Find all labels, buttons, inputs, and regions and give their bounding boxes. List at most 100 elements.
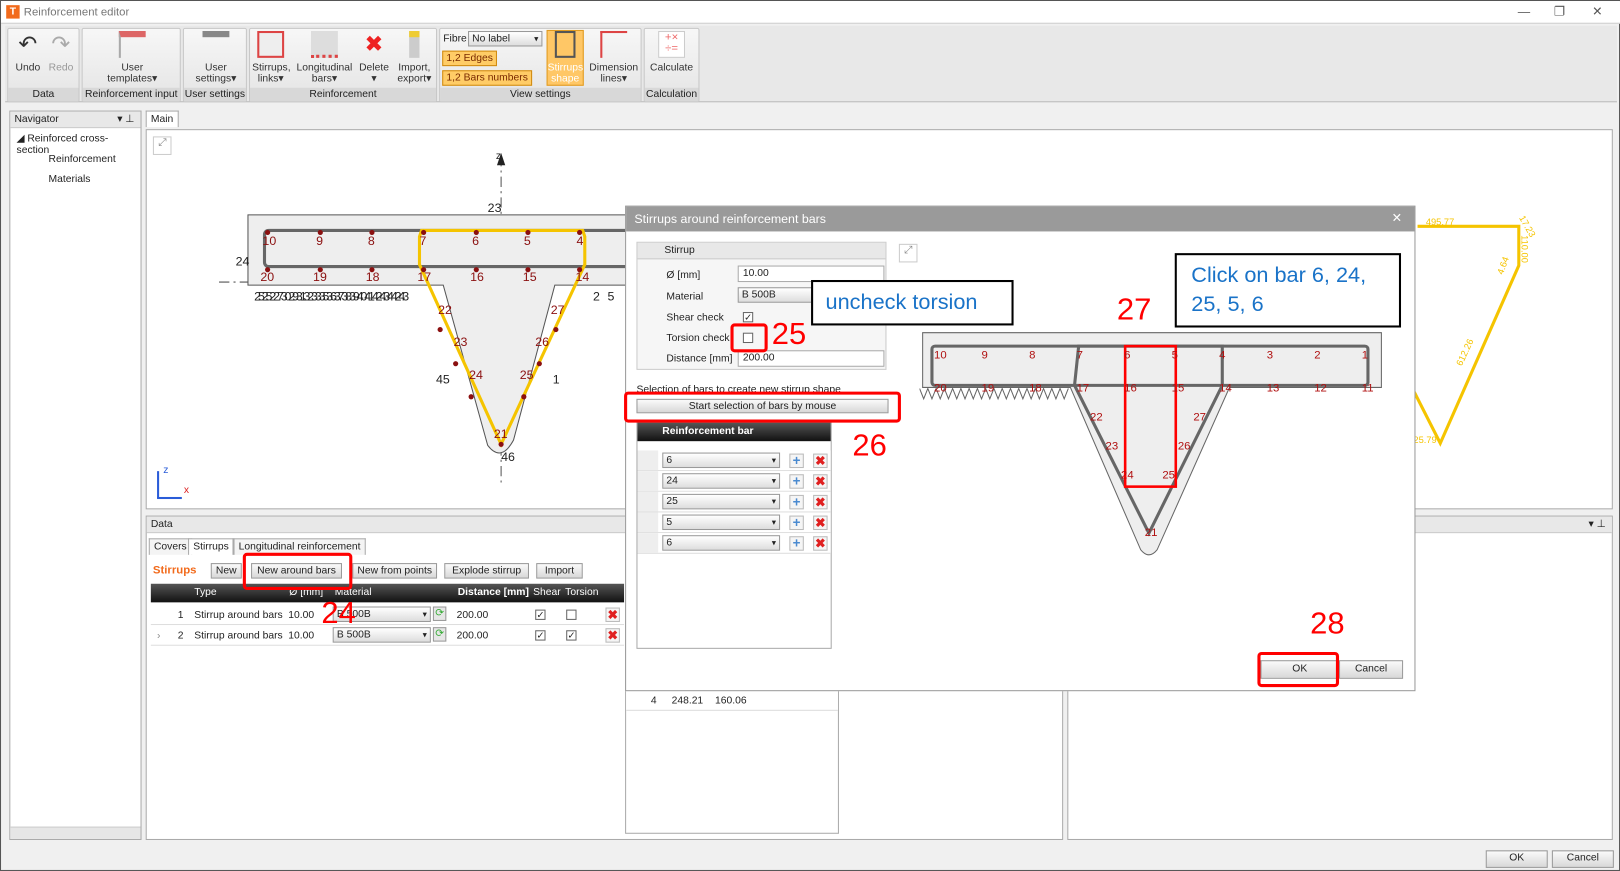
add-bar-icon[interactable]: + — [789, 474, 804, 489]
row-shear-checkbox[interactable]: ✓ — [535, 609, 546, 620]
edge-label: 2 — [593, 289, 600, 304]
tab-covers[interactable]: Covers — [148, 538, 192, 555]
refresh-icon[interactable]: ⟳ — [432, 627, 447, 642]
undo-label: Undo — [15, 61, 41, 74]
user-settings-button[interactable]: User settings▾ — [190, 30, 242, 85]
group-label: Reinforcement — [250, 87, 437, 102]
table-row[interactable]: › 2 Stirrup around bars 10.00 B 500B ⟳ 2… — [150, 625, 625, 646]
bar-label: 9 — [316, 233, 324, 248]
bar-select[interactable]: 6 — [662, 452, 781, 469]
dialog-title: Stirrups around reinforcement bars — [634, 211, 826, 227]
delete-bar-icon[interactable]: ✖ — [813, 453, 828, 469]
import-button[interactable]: Import — [536, 563, 583, 579]
row-diameter: 10.00 — [288, 609, 315, 621]
user-settings-label: User settings▾ — [195, 61, 237, 85]
close-icon[interactable]: ✕ — [1592, 4, 1602, 18]
delete-row-icon[interactable]: ✖ — [605, 607, 620, 622]
explode-stirrup-button[interactable]: Explode stirrup — [444, 563, 529, 579]
bar-label: 17 — [417, 269, 432, 285]
group-view-settings: Fibre No label 1,2 Edges 1,2 Bars number… — [439, 27, 642, 103]
stirrups-links-button[interactable]: Stirrups, links▾ — [252, 30, 291, 85]
tab-main[interactable]: Main — [145, 110, 179, 128]
nav-item-cross-section[interactable]: ◢ Reinforced cross-section — [17, 133, 141, 156]
stirrups-shape-button[interactable]: Stirrups shape — [546, 29, 584, 86]
bar-select[interactable]: 6 — [662, 535, 781, 551]
window-title: Reinforcement editor — [23, 6, 130, 19]
delete-row-icon[interactable]: ✖ — [605, 628, 620, 643]
edge-label: 1 — [552, 371, 560, 387]
restore-icon[interactable]: ❐ — [1554, 4, 1565, 18]
pin-icon[interactable]: ▾ ⊥ — [1589, 519, 1606, 530]
row-header — [637, 491, 659, 512]
material-label: Material — [666, 291, 704, 303]
add-bar-icon[interactable]: + — [789, 453, 804, 469]
bar-label: 10 — [934, 349, 947, 362]
gizmo-x-axis — [157, 496, 182, 500]
bar-label: 16 — [1124, 382, 1137, 395]
add-bar-icon[interactable]: + — [789, 516, 804, 531]
refresh-icon[interactable]: ⟳ — [432, 606, 447, 621]
bar-row[interactable]: 6 + ✖ — [637, 533, 831, 554]
bar-select[interactable]: 5 — [662, 514, 781, 531]
undo-button[interactable]: ↶ Undo — [12, 31, 43, 73]
cancel-button[interactable]: Cancel — [1551, 850, 1614, 868]
bar-select[interactable]: 24 — [662, 473, 781, 489]
horizontal-scrollbar[interactable] — [10, 826, 141, 839]
fibre-select[interactable]: No label — [468, 30, 543, 47]
bar-label: 21 — [1144, 526, 1158, 540]
add-bar-icon[interactable]: + — [789, 536, 804, 551]
shear-checkbox[interactable]: ✓ — [742, 312, 754, 323]
bar-row[interactable]: 5 + ✖ — [637, 512, 831, 534]
row-torsion-checkbox[interactable]: ✓ — [566, 630, 577, 641]
distance-input[interactable]: 200.00 — [737, 350, 885, 367]
fit-view-icon[interactable]: ⤢ — [898, 243, 918, 263]
bar-label: 15 — [522, 269, 537, 285]
minimize-icon[interactable]: — — [1518, 4, 1530, 18]
dialog-cancel-button[interactable]: Cancel — [1339, 660, 1404, 679]
callout-click-bars: Click on bar 6, 24, 25, 5, 6 — [1174, 253, 1402, 328]
group-label: Reinforcement input — [82, 87, 180, 102]
step-28-label: 28 — [1310, 606, 1345, 641]
bar-row[interactable]: 24 + ✖ — [637, 471, 831, 492]
delete-button[interactable]: ✖ Delete ▾ — [357, 31, 390, 85]
bars-numbers-toggle[interactable]: 1,2 Bars numbers — [442, 70, 533, 86]
nav-item-materials[interactable]: Materials — [49, 174, 91, 185]
delete-bar-icon[interactable]: ✖ — [813, 474, 828, 489]
bar-label: 26 — [1177, 440, 1191, 453]
nav-item-reinforcement[interactable]: Reinforcement — [49, 154, 116, 165]
concrete-outline — [247, 214, 633, 454]
new-button[interactable]: New — [210, 563, 242, 579]
redo-button[interactable]: ↷ Redo — [45, 31, 76, 73]
stirrup-shape-icon — [554, 30, 576, 58]
row-shear-checkbox[interactable]: ✓ — [535, 630, 546, 641]
close-icon[interactable]: ✕ — [1392, 211, 1402, 225]
dimension-lines-button[interactable]: Dimension lines▾ — [589, 30, 639, 85]
dimension-lines-label: Dimension lines▾ — [589, 61, 639, 85]
table-row[interactable]: 4 248.21 160.06 — [626, 690, 838, 711]
bar-row[interactable]: 6 + ✖ — [637, 450, 831, 472]
delete-bar-icon[interactable]: ✖ — [813, 494, 828, 510]
table-row[interactable]: 1 Stirrup around bars 10.00 B 500B ⟳ 200… — [150, 604, 625, 626]
calculate-button[interactable]: +× ÷= Calculate — [648, 30, 696, 73]
edge-label-run: 2525227302931323335363738394041424344243 — [254, 289, 409, 304]
bar-row[interactable]: 25 + ✖ — [637, 491, 831, 513]
section-title: Stirrups — [152, 564, 197, 577]
user-templates-button[interactable]: User templates▾ — [101, 30, 163, 85]
group-reinforcement-input: User templates▾ Reinforcement input — [81, 27, 181, 103]
new-from-points-button[interactable]: New from points — [352, 563, 438, 579]
bar-label: 26 — [535, 334, 550, 350]
tab-stirrups[interactable]: Stirrups — [188, 538, 234, 555]
bar-label: 21 — [493, 426, 508, 442]
bars-table-header: Reinforcement bar — [637, 422, 831, 442]
row-torsion-checkbox[interactable] — [566, 609, 577, 620]
pin-icon[interactable]: ▾ ⊥ — [117, 114, 134, 125]
edges-toggle[interactable]: 1,2 Edges — [442, 50, 498, 67]
longitudinal-bars-button[interactable]: Longitudinal bars▾ — [295, 30, 353, 85]
bar-select[interactable]: 25 — [662, 493, 781, 510]
import-export-button[interactable]: Import, export▾ — [395, 30, 434, 85]
ok-button[interactable]: OK — [1485, 850, 1548, 868]
add-bar-icon[interactable]: + — [789, 495, 804, 510]
delete-bar-icon[interactable]: ✖ — [813, 536, 828, 551]
torsion-label: Torsion check — [666, 332, 730, 345]
delete-bar-icon[interactable]: ✖ — [813, 515, 828, 531]
